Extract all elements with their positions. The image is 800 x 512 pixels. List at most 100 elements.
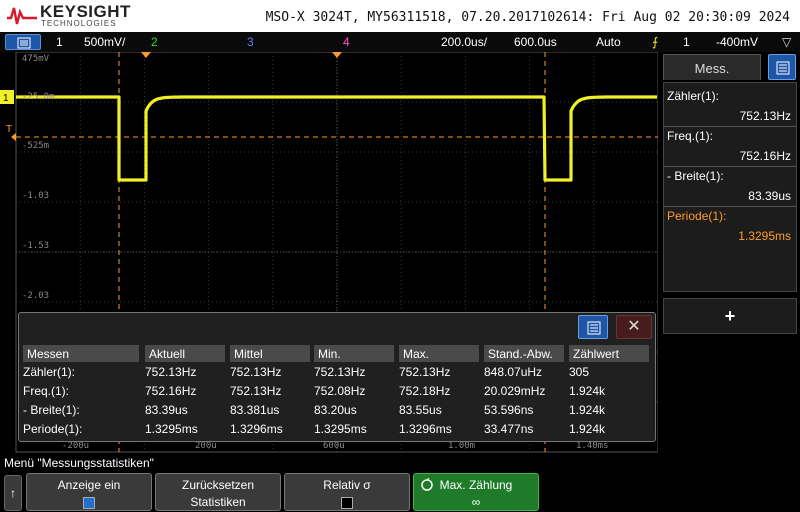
table-cell: 1.3296ms [230,422,283,436]
table-cell: 848.07uHz [484,365,543,379]
softkey-label: Max. Zählung [439,478,513,492]
table-cell: 752.13Hz [399,365,451,379]
ch1-label[interactable]: 1 [56,35,63,49]
tab-measurements[interactable]: Mess. [663,54,761,80]
menu-icon [17,37,31,49]
table-cell: 752.13Hz [314,365,366,379]
table-cell: 1.924k [569,403,606,417]
back-button[interactable]: ↑ [4,475,22,511]
table-cell: 1.924k [569,422,606,436]
table-cell: 1.3295ms [314,422,367,436]
softkey-label: Relativ σ [323,478,371,492]
table-cell: 83.381us [230,403,280,417]
measurement-value: 83.39us [748,189,791,203]
table-cell: 20.029mHz [484,384,546,398]
softkey-label: Zurücksetzen [181,478,255,492]
add-measurement-button[interactable]: + [663,298,797,334]
softkey-bar: ↑ Anzeige ein Zurücksetzen Statistiken R… [0,472,800,512]
column-header: Aktuell [145,345,225,362]
x-label: 600u [323,441,345,451]
column-header: Mittel [230,345,310,362]
header-bar: KEYSIGHT TECHNOLOGIES MSO-X 3024T, MY563… [0,0,800,32]
softkey-label: ∞ [471,495,481,509]
statistics-window: ✕ Messen Aktuell Mittel Min. Max. Stand.-Abw.… [18,312,656,442]
time-reference-marker [332,52,342,58]
divider [664,166,796,167]
x-label: 200u [195,441,217,451]
measurement-value-selected: 1.3295ms [738,229,791,243]
table-cell: 1.924k [569,384,606,398]
measurement-value: 752.16Hz [739,149,791,163]
ch2-label[interactable]: 2 [151,35,158,49]
y-label: -2.03 [22,291,50,301]
menu-icon [587,321,601,335]
table-cell: 83.55us [399,403,442,417]
trigger-mode[interactable]: Auto [596,35,621,49]
table-cell: 1.3296ms [399,422,452,436]
measurement-name[interactable]: - Breite(1): [667,169,724,183]
measurement-menu-button[interactable] [768,54,796,80]
trigger-position-marker [141,52,151,58]
y-label: -1.53 [22,241,50,251]
row-label: Periode(1): [23,422,83,436]
main-menu-button[interactable] [5,34,41,50]
table-cell: 83.39us [145,403,188,417]
row-label: - Breite(1): [23,403,80,417]
timebase[interactable]: 200.0us/ [441,35,487,49]
measurement-name[interactable]: Freq.(1): [667,129,713,143]
display-on-softkey[interactable]: Anzeige ein [26,473,152,511]
divider [664,126,796,127]
max-count-softkey[interactable]: Max. Zählung ∞ [413,473,539,511]
table-cell: 53.596ns [484,403,534,417]
table-cell: 752.13Hz [230,365,282,379]
y-label: -1.03 [22,191,50,201]
table-cell: 33.477ns [484,422,534,436]
row-label: Zähler(1): [23,365,76,379]
table-cell: 752.13Hz [145,365,197,379]
trigger-source[interactable]: 1 [683,35,690,49]
close-button[interactable]: ✕ [616,315,652,339]
ch4-label[interactable]: 4 [343,35,350,49]
y-label: -525m [22,141,50,151]
table-cell: 752.16Hz [145,384,197,398]
oscilloscope-screen: KEYSIGHT TECHNOLOGIES MSO-X 3024T, MY563… [0,0,800,512]
measurement-name[interactable]: Zähler(1): [667,89,719,103]
table-cell: 752.13Hz [230,384,282,398]
trigger-level[interactable]: -400mV [716,35,758,49]
column-header: Min. [314,345,394,362]
ch1-scale[interactable]: 500mV/ [84,35,125,49]
reset-statistics-softkey[interactable]: Zurücksetzen Statistiken [155,473,281,511]
stats-menu-button[interactable] [578,315,608,339]
menu-title: Menü "Messungsstatistiken" [4,456,154,470]
channel-status-bar: 1 500mV/ 2 3 4 200.0us/ 600.0us Auto ⨍ 1… [0,32,800,52]
trigger-marker-label: T [6,124,12,135]
delay[interactable]: 600.0us [514,35,557,49]
measurement-side-panel: Mess. Zähler(1): 752.13Hz Freq.(1): 752.… [660,52,800,454]
keysight-logo-icon [7,7,37,25]
y-label: -25.0m [22,92,55,102]
column-header: Zählwert [569,345,649,362]
x-label: 1.40ms [576,441,609,451]
table-cell: 1.3295ms [145,422,198,436]
table-cell: 752.08Hz [314,384,366,398]
ch1-ground-marker-label: 1 [3,93,9,104]
table-cell: 305 [569,365,590,379]
measurement-value: 752.13Hz [739,109,791,123]
menu-icon [776,61,790,75]
checkbox-checked[interactable] [27,495,151,509]
column-header: Messen [23,345,139,362]
column-header: Stand.-Abw. [484,345,564,362]
measurement-list: Zähler(1): 752.13Hz Freq.(1): 752.16Hz -… [663,82,797,292]
device-info: MSO-X 3024T, MY56311518, 07.20.201710261… [265,10,790,25]
y-label: 475mV [22,54,50,64]
measurement-name-selected[interactable]: Periode(1): [667,209,726,223]
brand-subtitle: TECHNOLOGIES [41,19,117,28]
column-header: Max. [399,345,479,362]
expand-icon[interactable]: ▽ [782,35,791,49]
softkey-label: Statistiken [190,495,246,509]
ch3-label[interactable]: 3 [247,35,254,49]
trigger-slope-icon: ⨍ [652,35,659,49]
table-cell: 83.20us [314,403,357,417]
checkbox-unchecked[interactable] [285,495,409,509]
relative-sigma-softkey[interactable]: Relativ σ [284,473,410,511]
